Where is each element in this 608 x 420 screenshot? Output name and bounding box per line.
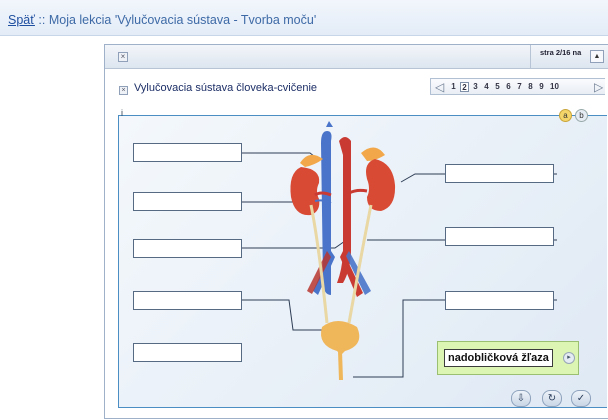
check-icon[interactable]: ✓ [571,390,591,407]
answer-box-3[interactable] [133,239,242,258]
answer-box-8[interactable] [445,291,554,310]
exercise-window: × stra 2/16 na ▲ × Vylučovacia sústava č… [104,44,608,419]
answer-box-1[interactable] [133,143,242,162]
arrow-right-icon[interactable]: ▸ [563,352,575,364]
download-icon[interactable]: ⇩ [511,390,531,407]
breadcrumb-separator: :: [34,13,49,27]
refresh-icon[interactable]: ↻ [542,390,562,407]
drag-label[interactable]: nadobličková žľaza [444,349,553,367]
answer-box-2[interactable] [133,192,242,211]
lesson-header: Späť :: Moja lekcia 'Vylučovacia sústava… [0,0,608,36]
answer-box-4[interactable] [133,291,242,310]
answer-box-6[interactable] [445,164,554,183]
lesson-title: Moja lekcia 'Vylučovacia sústava - Tvorb… [48,13,317,27]
drag-card[interactable]: nadobličková žľaza ▸ [437,341,579,375]
back-link[interactable]: Späť [8,13,35,27]
breadcrumb: Späť :: Moja lekcia 'Vylučovacia sústava… [8,13,316,27]
answer-box-5[interactable] [133,343,242,362]
answer-box-7[interactable] [445,227,554,246]
